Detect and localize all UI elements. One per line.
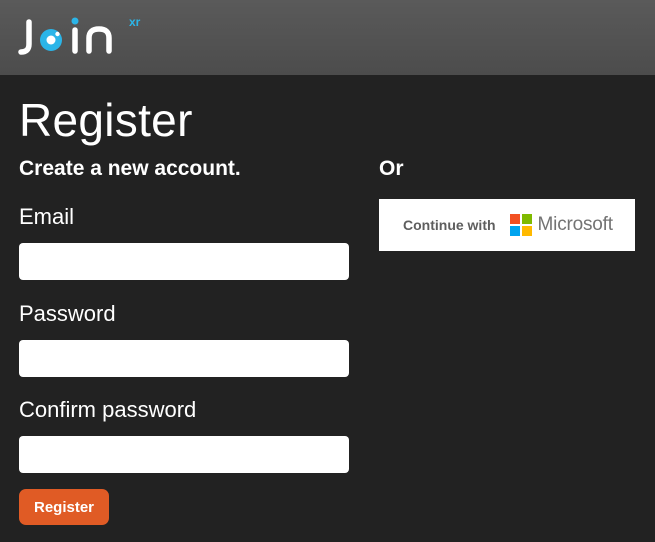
microsoft-label: Microsoft [537, 214, 613, 235]
page-subtitle: Create a new account. [19, 157, 241, 180]
logo-superscript: xr [129, 15, 141, 29]
microsoft-logo-icon [509, 214, 532, 236]
continue-with-microsoft-button[interactable]: Continue with Microsoft [379, 199, 635, 251]
confirm-password-label: Confirm password [19, 397, 197, 422]
register-button[interactable]: Register [19, 489, 109, 525]
page-title: Register [19, 94, 193, 146]
email-field[interactable] [19, 243, 349, 280]
password-label: Password [19, 301, 116, 326]
confirm-password-field[interactable] [19, 436, 349, 473]
password-field[interactable] [19, 340, 349, 377]
top-navbar: xr [0, 0, 655, 75]
or-label: Or [379, 157, 404, 180]
continue-with-label: Continue with [403, 217, 496, 233]
email-label: Email [19, 204, 75, 229]
joinxr-logo[interactable]: xr [17, 14, 147, 58]
